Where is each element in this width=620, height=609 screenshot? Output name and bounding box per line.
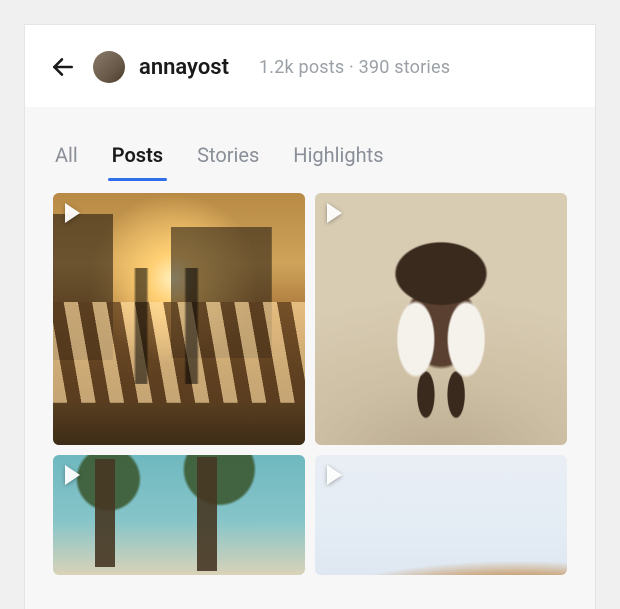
avatar[interactable]	[93, 51, 125, 83]
profile-stats: 1.2k posts · 390 stories	[259, 57, 450, 78]
tab-all[interactable]: All	[53, 133, 80, 181]
post-tile[interactable]	[315, 455, 567, 575]
tabs: All Posts Stories Highlights	[25, 125, 595, 181]
content-area: All Posts Stories Highlights	[25, 107, 595, 609]
app-frame: annayost 1.2k posts · 390 stories All Po…	[24, 24, 596, 609]
back-button[interactable]	[49, 53, 77, 81]
tab-stories[interactable]: Stories	[195, 133, 261, 181]
play-icon	[327, 203, 342, 223]
post-tile[interactable]	[315, 193, 567, 445]
post-tile[interactable]	[53, 193, 305, 445]
username[interactable]: annayost	[139, 55, 229, 80]
post-tile[interactable]	[53, 455, 305, 575]
posts-grid	[25, 181, 595, 575]
tab-posts[interactable]: Posts	[110, 133, 165, 181]
tab-highlights[interactable]: Highlights	[291, 133, 385, 181]
profile-header: annayost 1.2k posts · 390 stories	[25, 25, 595, 107]
arrow-left-icon	[50, 54, 76, 80]
play-icon	[327, 465, 342, 485]
play-icon	[65, 203, 80, 223]
play-icon	[65, 465, 80, 485]
